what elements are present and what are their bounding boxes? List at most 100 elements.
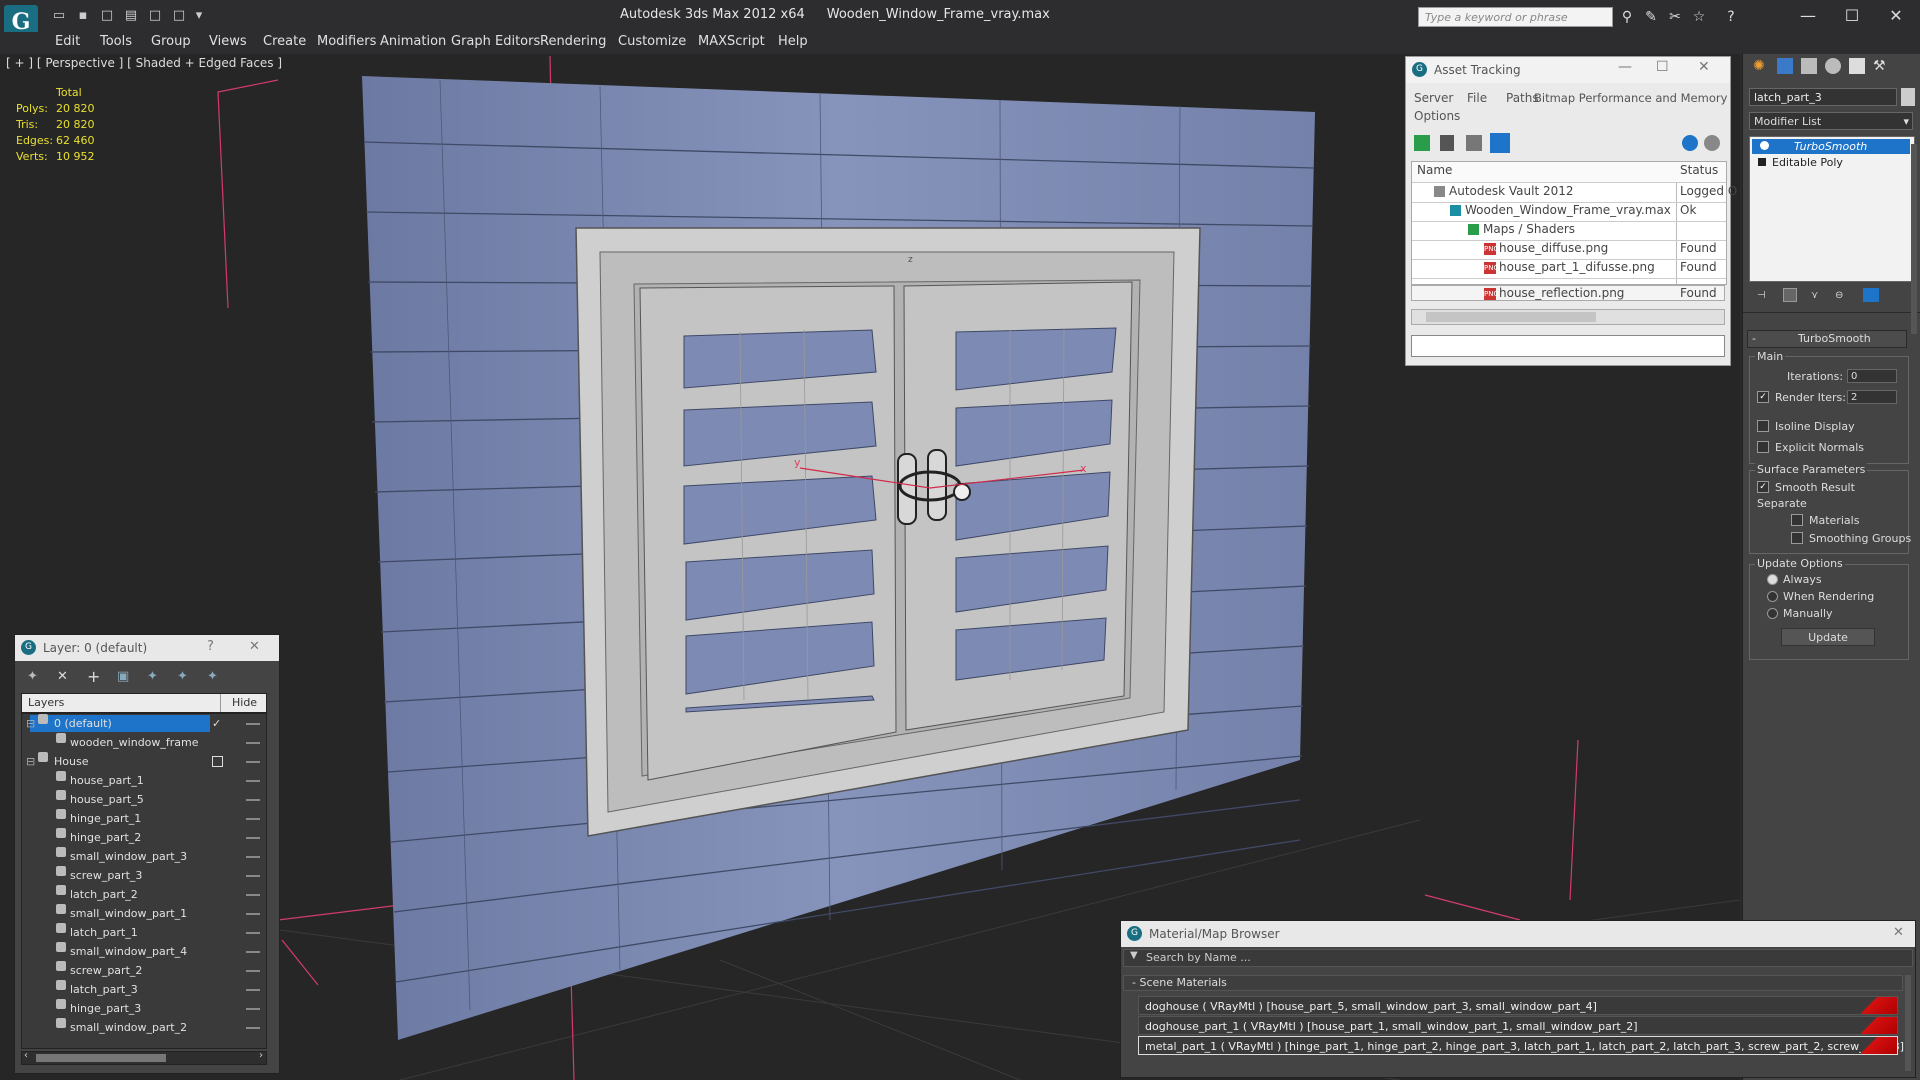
menu-help[interactable]: Help (778, 34, 808, 49)
search-input[interactable]: Search by Name ... (1146, 951, 1251, 964)
menu-graph-editors[interactable]: Graph Editors (451, 34, 540, 49)
table-row[interactable]: PNGhouse_part_1_difusse.png Found (1412, 259, 1726, 279)
menu-edit[interactable]: Edit (55, 34, 80, 49)
stack-item-editable-poly[interactable]: Editable Poly (1752, 155, 1910, 170)
list-item[interactable]: screw_part_3 (22, 866, 266, 885)
freeze-all-icon[interactable]: ✦ (207, 669, 218, 684)
select-objects-icon[interactable]: ▣ (117, 669, 129, 684)
layer-row-default[interactable]: ⊟ 0 (default) ✓ (22, 714, 266, 733)
menu-customize[interactable]: Customize (618, 34, 686, 49)
make-unique-icon[interactable]: ⋎ (1811, 290, 1818, 301)
menu-maxscript[interactable]: MAXScript (698, 34, 765, 49)
hide-toggle[interactable] (246, 1027, 260, 1029)
object-color-swatch[interactable] (1901, 88, 1915, 106)
menu-tools[interactable]: Tools (100, 34, 132, 49)
table-row[interactable]: Autodesk Vault 2012 Logged O (1412, 183, 1737, 203)
maximize-button[interactable]: ☐ (1832, 4, 1872, 28)
update-button[interactable]: Update (1781, 628, 1875, 646)
hide-all-icon[interactable]: ✦ (177, 669, 188, 684)
set-current-box-icon[interactable] (212, 756, 223, 767)
configure-sets-icon[interactable] (1863, 288, 1879, 302)
hide-toggle[interactable] (246, 856, 260, 858)
stack-item-turbosmooth[interactable]: TurboSmooth (1752, 139, 1910, 154)
list-item[interactable]: latch_part_1 (22, 923, 266, 942)
help-icon[interactable]: ? (1722, 9, 1740, 25)
asset-tracking-titlebar[interactable]: G Asset Tracking (1406, 57, 1730, 83)
hold-icon[interactable]: ▤ (122, 8, 140, 24)
table-row[interactable]: PNGhouse_diffuse.png Found (1412, 240, 1726, 260)
smooth-result-checkbox[interactable]: ✓ (1757, 481, 1769, 493)
hide-toggle[interactable] (246, 932, 260, 934)
manually-radio[interactable] (1767, 608, 1778, 619)
layer-row-wooden-window-frame[interactable]: wooden_window_frame (22, 733, 266, 752)
table-row[interactable]: Wooden_Window_Frame_vray.max Ok (1412, 202, 1726, 222)
render-iters-checkbox[interactable]: ✓ (1757, 391, 1769, 403)
menu-bitmap-performance[interactable]: Bitmap Performance and Memory (1534, 91, 1727, 105)
layer-row-house[interactable]: ⊟ House (22, 752, 266, 771)
current-layer-checkmark-icon[interactable]: ✓ (212, 714, 221, 733)
isoline-checkbox[interactable] (1757, 420, 1769, 432)
minimize-button[interactable]: — (1788, 4, 1828, 28)
scroll-left-icon[interactable]: ‹ (24, 1050, 28, 1061)
menu-modifiers[interactable]: Modifiers (317, 34, 376, 49)
details-icon[interactable] (1466, 135, 1482, 151)
settings-icon[interactable] (1704, 135, 1720, 151)
menu-views[interactable]: Views (209, 34, 247, 49)
list-item[interactable]: house_part_5 (22, 790, 266, 809)
search-input[interactable]: Type a keyword or phrase (1418, 7, 1613, 27)
hide-toggle[interactable] (246, 951, 260, 953)
menu-options[interactable]: Options (1414, 109, 1460, 123)
smoothing-groups-checkbox[interactable] (1791, 532, 1803, 544)
material-search-bar[interactable]: ▼ Search by Name ... (1123, 949, 1913, 967)
close-button[interactable]: ✕ (1876, 4, 1916, 28)
menu-group[interactable]: Group (151, 34, 191, 49)
menu-rendering[interactable]: Rendering (540, 34, 606, 49)
scroll-right-icon[interactable]: › (259, 1050, 263, 1061)
chevron-down-icon[interactable]: ▾ (190, 8, 208, 24)
column-name[interactable]: Name (1417, 163, 1452, 177)
maximize-icon[interactable]: ☐ (1656, 59, 1669, 75)
modify-tab-icon[interactable] (1777, 58, 1793, 74)
communication-icon[interactable]: ✎ (1642, 9, 1660, 25)
minimize-icon[interactable]: — (1618, 59, 1632, 75)
material-row-doghouse[interactable]: doghouse ( VRayMtl ) [house_part_5, smal… (1138, 996, 1898, 1015)
remove-modifier-icon[interactable]: ⊖ (1835, 290, 1843, 301)
material-browser-scrollbar[interactable] (1905, 975, 1911, 1071)
new-layer-icon[interactable]: ✦ (27, 669, 38, 684)
close-icon[interactable]: ✕ (1698, 59, 1710, 75)
viewport-label[interactable]: [ + ] [ Perspective ] [ Shaded + Edged F… (6, 56, 282, 70)
menu-animation[interactable]: Animation (380, 34, 446, 49)
show-end-result-icon[interactable] (1783, 288, 1797, 302)
hide-toggle[interactable] (246, 970, 260, 972)
scrollbar-thumb[interactable] (36, 1054, 166, 1062)
hide-toggle[interactable] (246, 818, 260, 820)
hide-toggle[interactable] (246, 761, 260, 763)
hide-toggle[interactable] (246, 913, 260, 915)
column-status[interactable]: Status (1680, 163, 1718, 177)
horizontal-scrollbar[interactable] (1411, 309, 1725, 325)
expand-box-icon[interactable] (1758, 158, 1766, 166)
menu-server[interactable]: Server (1414, 91, 1453, 105)
hide-toggle[interactable] (246, 1008, 260, 1010)
menu-file[interactable]: File (1467, 91, 1487, 105)
list-item[interactable]: latch_part_3 (22, 980, 266, 999)
pin-stack-icon[interactable]: ⊣ (1757, 290, 1769, 302)
list-item[interactable]: small_window_part_2 (22, 1018, 266, 1037)
table-row[interactable]: Maps / Shaders (1412, 221, 1726, 241)
hide-toggle[interactable] (246, 837, 260, 839)
asset-path-field[interactable] (1411, 335, 1725, 357)
modifier-list-dropdown[interactable]: Modifier List ▾ (1749, 112, 1913, 130)
when-rendering-radio[interactable] (1767, 591, 1778, 602)
open-icon[interactable]: ▭ (50, 8, 68, 24)
menu-create[interactable]: Create (263, 34, 306, 49)
explicit-normals-checkbox[interactable] (1757, 441, 1769, 453)
render-iters-spinner[interactable]: 2 (1847, 390, 1897, 404)
materials-checkbox[interactable] (1791, 514, 1803, 526)
close-icon[interactable]: ✕ (249, 639, 260, 654)
undo-icon[interactable]: □ (146, 8, 164, 24)
motion-tab-icon[interactable] (1825, 58, 1841, 74)
list-item[interactable]: hinge_part_3 (22, 999, 266, 1018)
turbosmooth-rollout-header[interactable]: - TurboSmooth (1747, 330, 1907, 348)
layer-manager-titlebar[interactable]: G Layer: 0 (default) (15, 635, 279, 661)
panel-scrollbar[interactable] (1911, 144, 1917, 334)
